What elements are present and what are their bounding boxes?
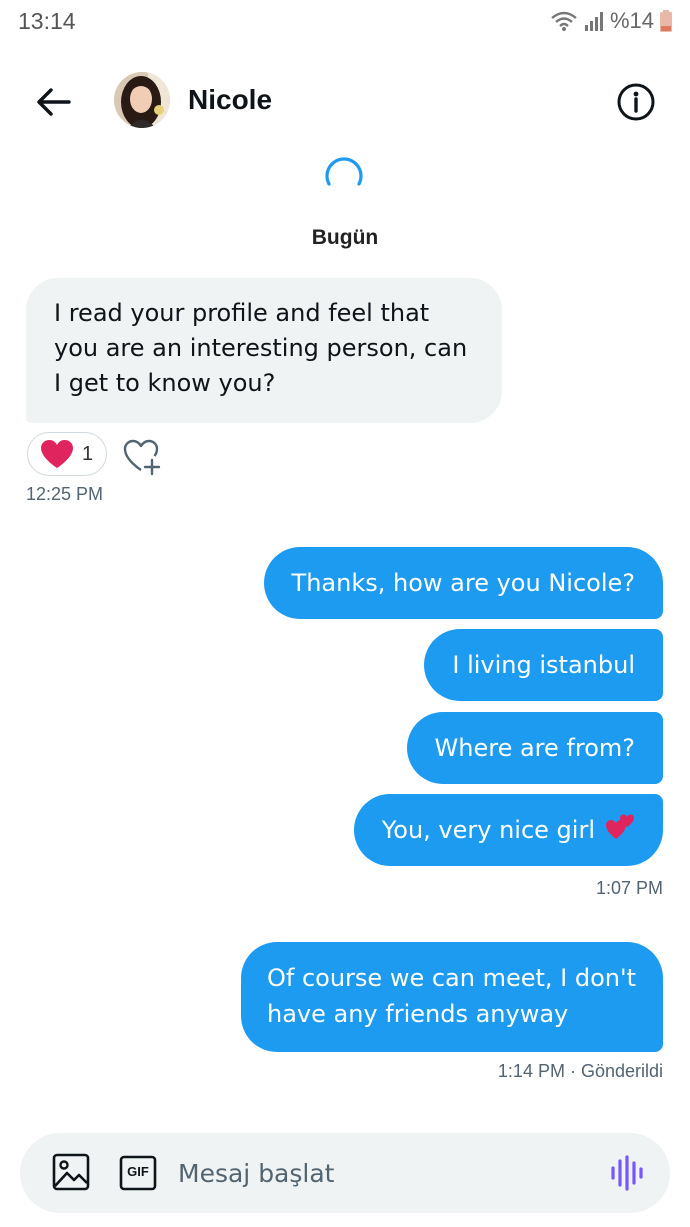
message-text: You, very nice girl [381,816,595,844]
message-composer: GIF [20,1133,670,1213]
status-indicators: %14 [550,8,672,34]
battery-icon [660,10,672,32]
status-time: 13:14 [18,8,76,34]
reaction-pill[interactable]: 1 [27,432,107,476]
avatar[interactable] [114,72,170,128]
message-text: Thanks, how are you Nicole? [291,569,635,597]
sent-message[interactable]: Thanks, how are you Nicole? [263,547,663,619]
message-input[interactable] [178,1151,578,1195]
heart-icon [41,440,73,468]
voice-message-button[interactable] [610,1155,644,1191]
heart-plus-icon [123,439,161,476]
signal-icon [584,11,604,31]
loading-spinner-icon [322,150,366,194]
message-text: I living istanbul [452,651,635,679]
received-timestamp: 12:25 PM [26,484,104,504]
sent-timestamp: 1:07 PM [595,878,663,898]
back-button[interactable] [30,80,78,124]
gif-icon: GIF [127,1164,149,1179]
arrow-left-icon [37,88,71,116]
status-bar: 13:14 %14 [0,0,690,44]
add-gif-button[interactable]: GIF [119,1155,157,1191]
conversation-header: Nicole [0,62,690,142]
sent-message[interactable]: Where are from? [406,712,663,784]
reaction-count: 1 [82,442,94,465]
add-reaction-button[interactable] [121,436,163,476]
image-icon [52,1153,90,1191]
info-button[interactable] [616,82,656,122]
received-message[interactable]: I read your profile and feel that you ar… [26,278,502,423]
sent-message[interactable]: Of course we can meet, I don't have any … [241,942,663,1052]
date-separator: Bugün [311,226,379,249]
voice-wave-icon [611,1155,643,1191]
wifi-icon [550,10,578,32]
message-text: Where are from? [434,734,635,762]
contact-name[interactable]: Nicole [188,84,272,116]
sent-message[interactable]: I living istanbul [424,629,663,701]
sent-status: 1:14 PM · Gönderildi [497,1061,663,1081]
two-hearts-icon [605,813,635,847]
sent-message[interactable]: You, very nice girl [353,794,663,866]
info-icon [617,83,655,121]
add-photo-button[interactable] [52,1153,90,1191]
battery-percent: %14 [609,8,654,33]
